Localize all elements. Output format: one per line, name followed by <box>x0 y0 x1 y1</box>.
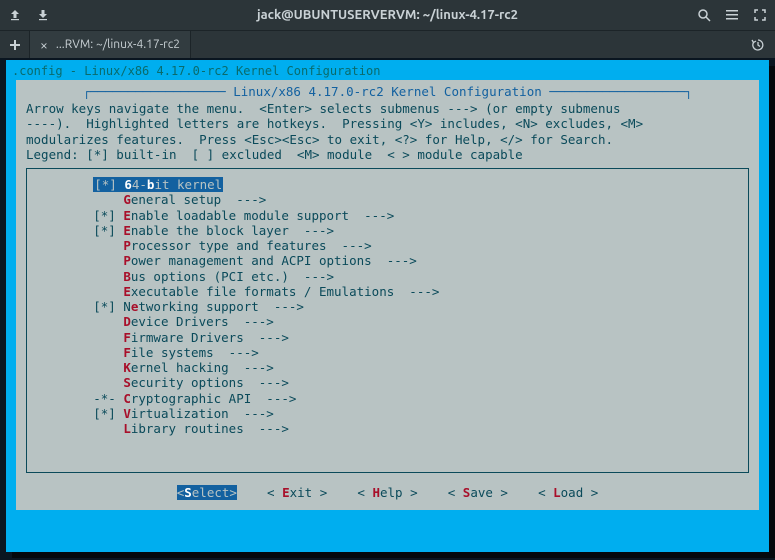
menu-item[interactable]: [*] Networking support ---> <box>33 299 742 314</box>
tab-terminal[interactable]: × ...RVM: ~/linux-4.17-rc2 <box>30 31 191 58</box>
close-icon[interactable]: × <box>40 37 48 53</box>
help-button[interactable]: < Help > <box>357 485 417 500</box>
menu-item[interactable]: Library routines ---> <box>33 421 742 436</box>
fullscreen-icon[interactable] <box>753 8 767 22</box>
menu-item[interactable]: [*] Enable loadable module support ---> <box>33 208 742 223</box>
menu-item[interactable]: Bus options (PCI etc.) ---> <box>33 269 742 284</box>
terminal-area[interactable]: .config - Linux/x86 4.17.0-rc2 Kernel Co… <box>0 58 775 560</box>
search-icon[interactable] <box>697 8 711 22</box>
menu-item[interactable]: -*- Cryptographic API ---> <box>33 391 742 406</box>
menu-item[interactable]: [*] Virtualization ---> <box>33 406 742 421</box>
menu-item[interactable]: Power management and ACPI options ---> <box>33 253 742 268</box>
menu-item[interactable]: Kernel hacking ---> <box>33 360 742 375</box>
terminal-window: jack@UBUNTUSERVERVM: ~/linux-4.17-rc2 × … <box>0 0 775 560</box>
menu-item[interactable]: [*] 64-bit kernel <box>33 177 223 192</box>
window-titlebar: jack@UBUNTUSERVERVM: ~/linux-4.17-rc2 <box>0 0 775 30</box>
hamburger-icon[interactable] <box>725 8 739 22</box>
menu-item[interactable]: Security options ---> <box>33 375 742 390</box>
menu-item[interactable]: Firmware Drivers ---> <box>33 330 742 345</box>
save-button[interactable]: < Save > <box>448 485 508 500</box>
tab-label: ...RVM: ~/linux-4.17-rc2 <box>56 38 180 51</box>
help-text: Arrow keys navigate the menu. <Enter> se… <box>24 101 751 166</box>
upload-icon[interactable] <box>8 8 22 22</box>
config-path: .config - Linux/x86 4.17.0-rc2 Kernel Co… <box>10 64 765 78</box>
menuconfig-screen: .config - Linux/x86 4.17.0-rc2 Kernel Co… <box>6 60 769 552</box>
menu-item[interactable]: Executable file formats / Emulations ---… <box>33 284 742 299</box>
history-icon[interactable] <box>741 31 775 58</box>
menu-item[interactable]: [*] Enable the block layer ---> <box>33 223 742 238</box>
load-button[interactable]: < Load > <box>538 485 598 500</box>
menu-item[interactable]: File systems ---> <box>33 345 742 360</box>
menuconfig-dialog: ┌────────────────── Linux/x86 4.17.0-rc2… <box>16 80 759 510</box>
select-button[interactable]: <Select> <box>177 485 237 500</box>
window-title: jack@UBUNTUSERVERVM: ~/linux-4.17-rc2 <box>88 8 687 22</box>
tab-bar: × ...RVM: ~/linux-4.17-rc2 <box>0 30 775 58</box>
dialog-title: ┌────────────────── Linux/x86 4.17.0-rc2… <box>24 84 751 99</box>
button-row: <Select> < Exit > < Help > < Save > < Lo… <box>24 485 751 500</box>
exit-button[interactable]: < Exit > <box>267 485 327 500</box>
download-icon[interactable] <box>36 8 50 22</box>
menu-list: [*] 64-bit kernel General setup ---> [*]… <box>26 168 749 473</box>
menu-item[interactable]: Processor type and features ---> <box>33 238 742 253</box>
menu-item[interactable]: General setup ---> <box>33 192 742 207</box>
menu-item[interactable]: Device Drivers ---> <box>33 314 742 329</box>
new-tab-button[interactable] <box>0 31 30 58</box>
